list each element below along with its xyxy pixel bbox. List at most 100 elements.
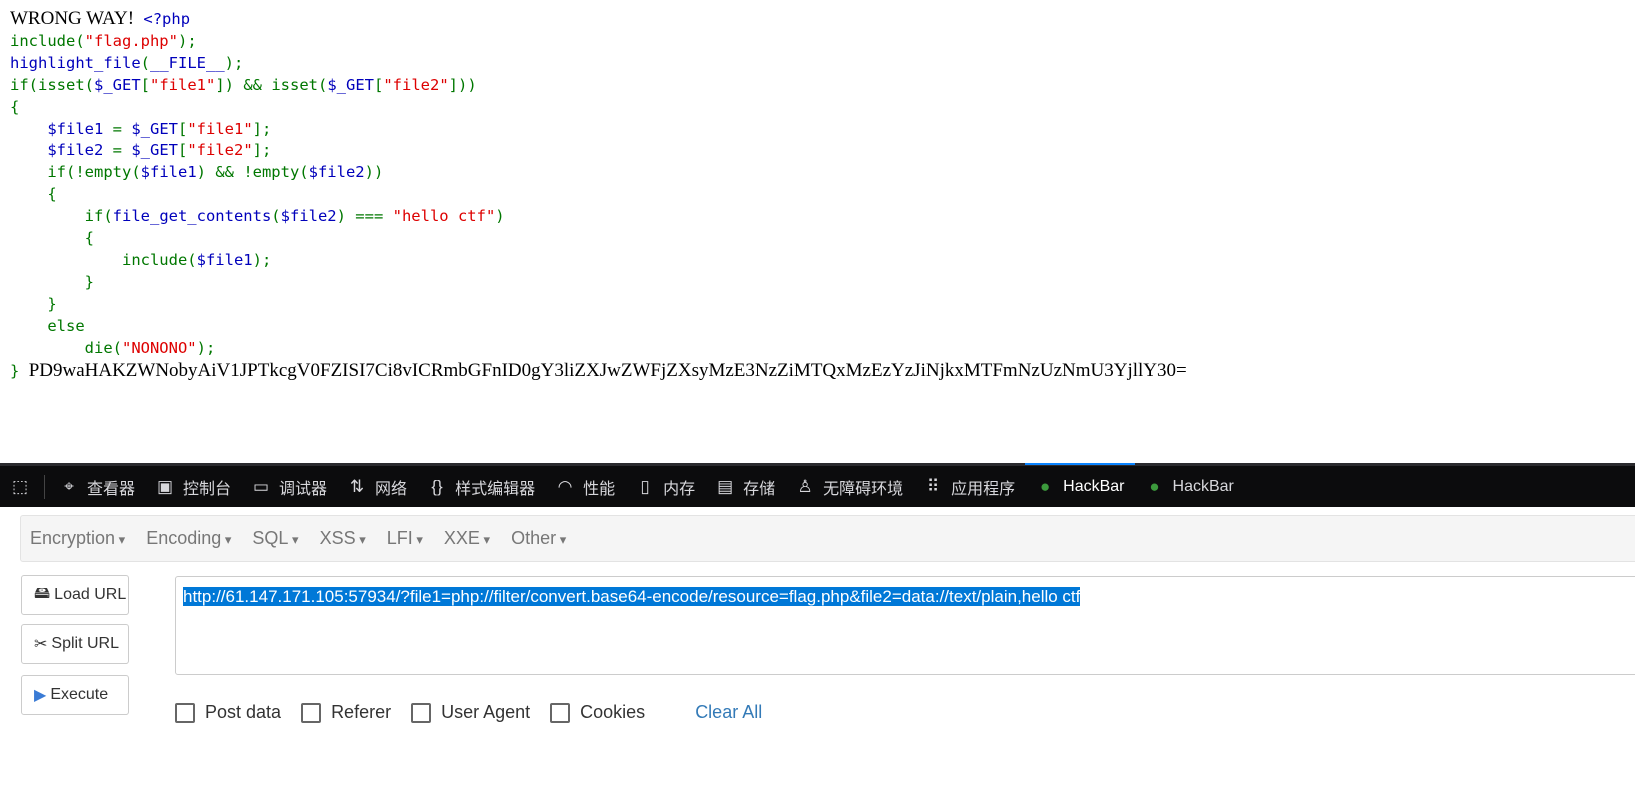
checkbox-post-data[interactable]: Post data [175,702,281,723]
hackbar-menu: EncryptionEncodingSQLXSSLFIXXEOther [20,515,1635,562]
code-token: else [10,316,85,335]
devtools-tab-内存[interactable]: ▯ 内存 [625,466,705,507]
hackbar-icon: ● [1040,476,1051,496]
menu-xxe[interactable]: XXE [435,528,499,549]
wrong-way-text: WRONG WAY! [10,8,135,29]
checkbox-box[interactable] [175,702,195,723]
code-token: $_GET [131,119,178,138]
code-token: [ [178,119,188,138]
application-icon: ⠿ [926,476,940,496]
code-line: include($file1); [10,250,1187,272]
menu-encryption[interactable]: Encryption [21,528,134,549]
checkbox-user-agent[interactable]: User Agent [411,702,530,723]
base64-output: PD9waHAKZWNobyAiV1JPTkcgV0FZISI7Ci8vICRm… [28,359,1187,381]
devtools-tab-HackBar[interactable]: ● HackBar [1135,466,1244,507]
url-input[interactable]: http://61.147.171.105:57934/?file1=php:/… [175,576,1635,675]
code-token: ]; [252,119,272,138]
code-line: include("flag.php"); [10,31,1187,53]
tab-label: HackBar [1172,477,1234,495]
code-token: die( [10,338,122,357]
devtools-tab-无障碍环境[interactable]: ♙ 无障碍环境 [785,466,913,507]
code-line: $file1 = $_GET["file1"]; [10,119,1187,141]
devtools-tab-网络[interactable]: ⇅ 网络 [337,466,417,507]
checkbox-box[interactable] [550,702,571,723]
load-url-button[interactable]: 🖴 Load URL [21,575,129,615]
code-token: [ [140,75,151,94]
code-line: { [10,184,1187,206]
code-line: if(file_get_contents($file2) === "hello … [10,206,1187,228]
code-token: { [10,185,57,204]
code-token: highlight_file [10,53,141,72]
code-token: $file2 [10,141,113,160]
code-line: { [10,97,1187,119]
code-token: ) === [336,207,393,226]
code-token: file_get_contents [112,207,272,226]
code-line: else [10,316,1187,338]
code-line: highlight_file(__FILE__); [10,53,1187,75]
tab-label: 内存 [663,480,696,498]
code-token: $file1 [196,250,253,269]
code-token: ); [224,53,244,72]
load-icon: 🖴 [34,584,51,602]
clear-all-link[interactable]: Clear All [695,702,762,723]
menu-encoding[interactable]: Encoding [137,528,240,549]
tab-label: 控制台 [183,480,232,498]
devtools-tab-picker[interactable]: ⬚ [0,466,40,507]
memory-icon: ▯ [640,476,650,496]
devtools-toolbar: ⬚ ⌖ 查看器 ▣ 控制台 ▭ 调试器 ⇅ 网络 {} 样式编辑器 ◠ 性能 ▯ 内存 ▤ 存储 ♙ 无障碍环境 ⠿ 应… [0,463,1635,507]
code-token: ) [495,207,505,226]
code-token: ( [140,53,150,72]
menu-xss[interactable]: XSS [311,528,375,549]
options-row: Post data Referer User Agent Cookies Clear A… [175,702,762,723]
checkbox-cookies[interactable]: Cookies [550,702,645,723]
code-token: "file2" [187,141,253,160]
checkbox-referer[interactable]: Referer [301,702,391,723]
devtools-tab-样式编辑器[interactable]: {} 样式编辑器 [417,466,545,507]
network-icon: ⇅ [349,476,365,496]
code-token: $file2 [280,207,337,226]
checkbox-box[interactable] [301,702,322,723]
code-token: = [112,141,132,160]
devtools-tab-应用程序[interactable]: ⠿ 应用程序 [913,466,1025,507]
tab-label: 样式编辑器 [455,480,536,498]
checkbox-label: User Agent [441,702,531,722]
devtools-tab-调试器[interactable]: ▭ 调试器 [241,466,337,507]
tab-label: 应用程序 [951,480,1016,498]
devtools-tab-控制台[interactable]: ▣ 控制台 [145,466,241,507]
tab-label: 存储 [743,480,776,498]
checkbox-box[interactable] [411,702,432,723]
code-token: $file2 [308,163,365,182]
devtools-tab-HackBar[interactable]: ● HackBar [1025,463,1135,507]
execute-button[interactable]: ▶ Execute [21,675,129,715]
hackbar-icon: ● [1149,476,1160,496]
split-url-button[interactable]: ✂ Split URL [21,624,129,664]
code-token: $file1 [140,163,197,182]
storage-icon: ▤ [717,476,734,496]
tab-label: 性能 [583,480,616,498]
console-icon: ▣ [156,476,174,496]
code-token: { [10,97,20,116]
menu-other[interactable]: Other [502,528,575,549]
pointer-icon: ⬚ [11,476,29,496]
devtools-tab-查看器[interactable]: ⌖ 查看器 [49,466,145,507]
code-token: "file2" [383,75,449,94]
code-token: <?php [143,10,191,28]
code-token: if(!empty( [10,163,141,182]
code-token: } [10,272,94,291]
code-token: "flag.php" [84,31,178,50]
code-token: { [10,229,94,248]
menu-lfi[interactable]: LFI [378,528,432,549]
code-token: ) && !empty( [196,163,309,182]
code-token: if( [10,207,113,226]
code-token: __FILE__ [150,53,225,72]
style-editor-icon: {} [431,476,443,496]
code-token: ]) && isset( [215,75,328,94]
devtools-tab-存储[interactable]: ▤ 存储 [705,466,785,507]
devtools-tab-性能[interactable]: ◠ 性能 [545,466,625,507]
code-line: if(isset($_GET["file1"]) && isset($_GET[… [10,75,1187,97]
code-line: WRONG WAY! <?php [10,8,1187,31]
menu-sql[interactable]: SQL [243,528,307,549]
checkbox-label: Referer [331,702,392,722]
checkbox-label: Post data [205,702,282,722]
tab-label: 查看器 [87,480,136,498]
